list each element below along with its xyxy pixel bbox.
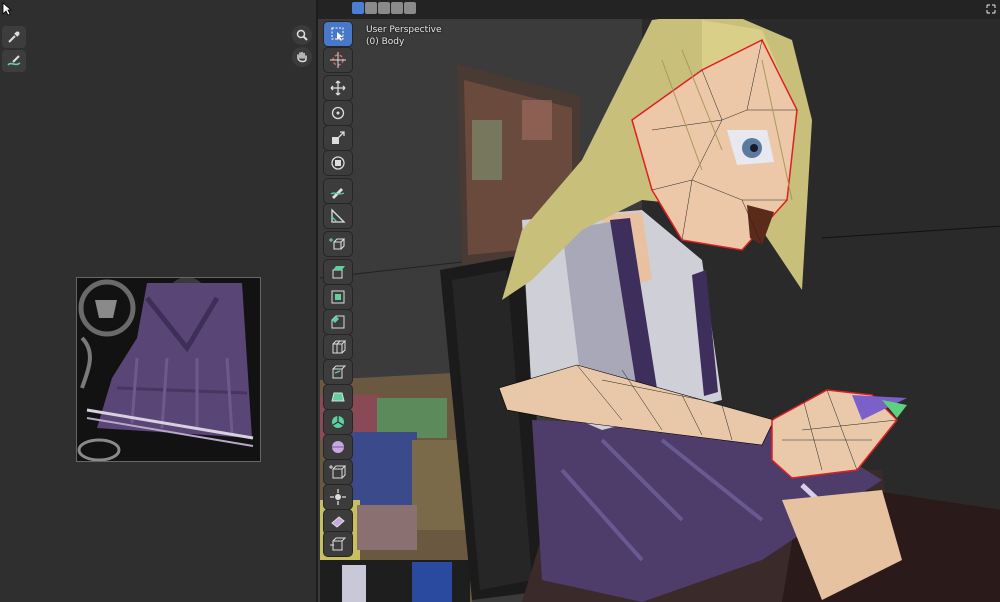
rip-tool[interactable] (324, 532, 352, 556)
rip-icon (330, 537, 347, 551)
sample-tool-button[interactable] (2, 26, 26, 48)
edge-slide-icon (329, 465, 347, 479)
cursor-3d-icon (330, 52, 346, 68)
select-subtract-icon[interactable] (378, 2, 390, 14)
cursor-tool[interactable] (324, 48, 352, 72)
loop-cut-tool[interactable] (324, 335, 352, 359)
annotate-tool[interactable] (324, 179, 352, 203)
maximize-area-icon[interactable] (986, 4, 996, 14)
knife-tool[interactable] (324, 360, 352, 384)
move-icon (330, 80, 346, 96)
add-cube-icon (329, 238, 346, 250)
move-tool[interactable] (324, 76, 352, 100)
bevel-icon (331, 315, 345, 329)
scale-tool[interactable] (324, 126, 352, 150)
bevel-tool[interactable] (324, 310, 352, 334)
edge-slide-tool[interactable] (324, 460, 352, 484)
poly-build-icon (331, 392, 345, 402)
eyedropper-icon (8, 31, 20, 43)
extrude-tool[interactable] (324, 260, 352, 284)
scale-icon (332, 131, 345, 144)
mouse-pointer-icon (2, 2, 12, 16)
hand-icon (297, 51, 307, 63)
view-name-label: User Perspective (366, 25, 442, 35)
annotate-tool-button[interactable] (2, 50, 26, 72)
smooth-icon (332, 441, 344, 453)
add-cube-tool[interactable] (324, 232, 352, 256)
inset-icon (331, 290, 345, 304)
annotate-icon (330, 188, 345, 199)
viewport-scene (318, 0, 1000, 602)
select-mode-group (352, 2, 416, 14)
shear-tool[interactable] (324, 510, 352, 534)
measure-tool[interactable] (324, 204, 352, 228)
select-box-tool[interactable] (324, 22, 352, 46)
select-intersect-icon[interactable] (404, 2, 416, 14)
select-extend-icon[interactable] (365, 2, 377, 14)
uv-editor-panel (0, 0, 316, 602)
zoom-icon (296, 29, 308, 41)
transform-icon (331, 156, 345, 170)
rotate-icon (331, 106, 345, 120)
zoom-view-button[interactable] (292, 25, 312, 45)
shear-icon (331, 516, 345, 528)
select-difference-icon[interactable] (391, 2, 403, 14)
3d-viewport[interactable]: User Perspective (0) Body (316, 0, 1000, 602)
inset-tool[interactable] (324, 285, 352, 309)
object-name-label: (0) Body (366, 37, 405, 47)
shrink-fatten-icon (330, 489, 346, 505)
transform-tool[interactable] (324, 151, 352, 175)
texture-preview-image (76, 277, 261, 462)
select-box-icon (331, 27, 344, 41)
annotate-pen-icon (7, 55, 21, 66)
viewport-header (318, 0, 1000, 19)
select-new-icon[interactable] (352, 2, 364, 14)
spin-icon (332, 416, 344, 428)
view-info-overlay: User Perspective (0) Body (366, 24, 442, 48)
pan-view-button[interactable] (292, 47, 312, 67)
loop-cut-icon (332, 340, 347, 354)
smooth-tool[interactable] (324, 435, 352, 459)
spin-tool[interactable] (324, 410, 352, 434)
measure-icon (331, 208, 346, 223)
knife-icon (332, 365, 347, 379)
shrink-fatten-tool[interactable] (324, 485, 352, 509)
extrude-icon (332, 266, 345, 279)
rotate-tool[interactable] (324, 101, 352, 125)
poly-build-tool[interactable] (324, 385, 352, 409)
